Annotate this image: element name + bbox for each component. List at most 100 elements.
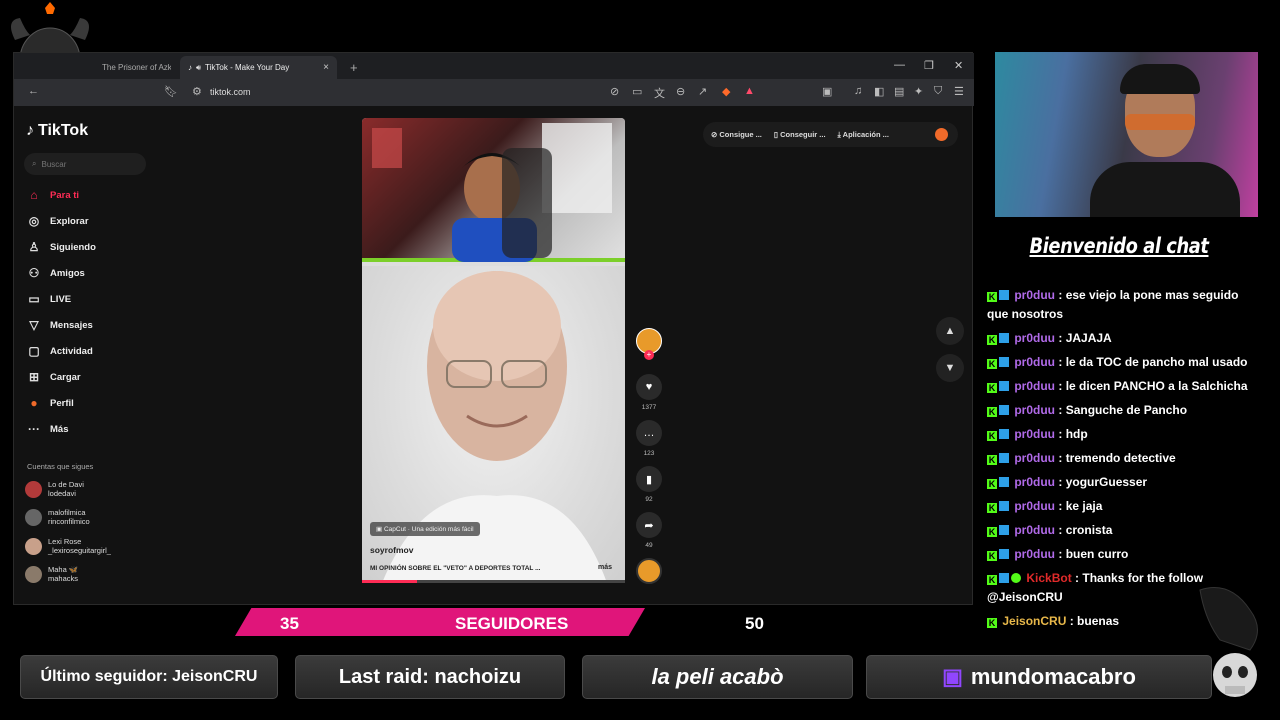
- save-button[interactable]: ▮ 92: [636, 466, 662, 503]
- share-button[interactable]: ➦ 49: [636, 512, 662, 549]
- video-author[interactable]: soyrofmov: [370, 545, 413, 555]
- nav-label: Más: [50, 423, 69, 435]
- reactor-figure-icon: [372, 123, 612, 262]
- close-window-icon[interactable]: ✕: [954, 59, 963, 72]
- tab-prisoner[interactable]: The Prisoner of Azka: [94, 56, 179, 79]
- chat-user: pr0duu: [1014, 288, 1056, 302]
- chat-message: K pr0duu : JAJAJA: [987, 329, 1257, 348]
- nav-amigos[interactable]: ⚇ Amigos: [26, 266, 85, 280]
- chat-user: pr0duu: [1014, 403, 1056, 417]
- following-account[interactable]: Lexi Rose _lexiroseguitargirl_: [25, 537, 111, 555]
- tiktok-logo[interactable]: ♪ TikTok: [26, 122, 88, 140]
- chat-user: pr0duu: [1014, 475, 1056, 489]
- translate-icon[interactable]: 文: [654, 85, 665, 101]
- menu-icon[interactable]: ☰: [954, 85, 964, 98]
- profile-avatar-icon[interactable]: [935, 128, 948, 141]
- channel-box: ▣ mundomacabro: [866, 655, 1212, 699]
- follow-plus-icon[interactable]: +: [644, 350, 654, 360]
- search-input[interactable]: [41, 159, 132, 169]
- screen-icon[interactable]: ▭: [632, 85, 642, 98]
- last-raid-box: Last raid: nachoizu: [295, 655, 565, 699]
- chat-message: K pr0duu : yogurGuesser: [987, 473, 1257, 492]
- send-icon: ▽: [29, 318, 39, 332]
- brave-shield-icon[interactable]: ◆: [722, 85, 730, 98]
- nav-mas[interactable]: ··· Más: [26, 422, 68, 436]
- restore-icon[interactable]: ❐: [924, 59, 934, 72]
- video-player[interactable]: ▣ CapCut · Una edición más fácil soyrofm…: [362, 118, 625, 583]
- chat-user: pr0duu: [1014, 355, 1056, 369]
- following-account[interactable]: Lo de Davi lodedavi: [25, 480, 84, 498]
- activity-icon: ▢: [28, 344, 40, 358]
- kick-badge-icon: K: [987, 527, 997, 537]
- get-app-pill[interactable]: ▯ Conseguir ...: [774, 130, 826, 139]
- chat-user: pr0duu: [1014, 379, 1056, 393]
- chat-message: K pr0duu : cronista: [987, 521, 1257, 540]
- capcut-badge[interactable]: ▣ CapCut · Una edición más fácil: [370, 522, 480, 536]
- like-button[interactable]: ♥ 1377: [636, 374, 662, 411]
- video-progress-bar[interactable]: [362, 580, 625, 583]
- nav-live[interactable]: ▭ LIVE: [26, 292, 71, 306]
- nav-cargar[interactable]: ⊞ Cargar: [26, 370, 81, 384]
- comment-button[interactable]: … 123: [636, 420, 662, 457]
- followers-label: SEGUIDORES: [455, 614, 569, 633]
- nav-label: Cargar: [50, 371, 81, 383]
- get-coins-pill[interactable]: ⊘ Consigue ...: [711, 130, 762, 139]
- music-disc-icon[interactable]: [636, 558, 662, 584]
- bookmark-icon[interactable]: 🔖︎: [164, 85, 178, 98]
- sidebar-icon[interactable]: ▣: [822, 85, 832, 98]
- next-video-button[interactable]: ▼: [936, 354, 964, 382]
- wallet-icon[interactable]: ▤: [894, 85, 904, 98]
- site-settings-icon[interactable]: ⚙︎: [192, 85, 202, 98]
- url-field[interactable]: tiktok.com: [210, 87, 251, 97]
- nav-perfil[interactable]: ● Perfil: [26, 396, 74, 410]
- nav-explorar[interactable]: ◎ Explorar: [26, 214, 89, 228]
- following-account[interactable]: Maha 🦋 mahacks: [25, 565, 78, 583]
- zoom-icon[interactable]: ⊖: [676, 85, 685, 98]
- minimize-icon[interactable]: —: [894, 59, 905, 71]
- chat-user: pr0duu: [1014, 427, 1056, 441]
- kick-badge-icon: K: [987, 551, 997, 561]
- chat-message: K pr0duu : Sanguche de Pancho: [987, 401, 1257, 420]
- kick-badge-icon: K: [987, 407, 997, 417]
- tab-tiktok[interactable]: ♪ 🔊︎ TikTok - Make Your Day ×: [180, 56, 337, 79]
- last-follower-text: Último seguidor: JeisonCRU: [40, 668, 258, 685]
- share-icon[interactable]: ↗: [698, 85, 707, 98]
- search-box[interactable]: ⌕: [24, 153, 146, 175]
- more-link[interactable]: más: [598, 564, 612, 571]
- nav-label: Perfil: [50, 397, 74, 409]
- following-account[interactable]: malofilmica rinconfilmico: [25, 508, 90, 526]
- music-icon[interactable]: ♫: [854, 85, 862, 97]
- account-handle: mahacks: [48, 574, 79, 583]
- reader-icon[interactable]: ⊘: [610, 85, 619, 98]
- bookmark-icon: ▮: [636, 466, 662, 492]
- previous-video-button[interactable]: ▲: [936, 317, 964, 345]
- nav-para-ti[interactable]: ⌂ Para ti: [26, 188, 79, 202]
- back-icon[interactable]: ←: [28, 85, 39, 97]
- close-tab-icon[interactable]: ×: [323, 62, 329, 73]
- user-follow-icon: ♙: [28, 240, 40, 254]
- chat-text: : yogurGuesser: [1058, 475, 1148, 489]
- panel-icon[interactable]: ◧: [874, 85, 884, 98]
- kick-badge-icon: K: [987, 479, 997, 489]
- chat-message: K pr0duu : buen curro: [987, 545, 1257, 564]
- share-count: 49: [645, 542, 653, 549]
- account-name: Maha 🦋: [48, 565, 79, 574]
- ai-icon[interactable]: ✦: [914, 85, 923, 98]
- chat-text: : tremendo detective: [1058, 451, 1176, 465]
- speaker-icon: 🔊︎: [196, 62, 202, 72]
- nav-mensajes[interactable]: ▽ Mensajes: [26, 318, 92, 332]
- chat-message: K pr0duu : ke jaja: [987, 497, 1257, 516]
- chat-text: @JeisonCRU: [987, 590, 1063, 604]
- account-name: malofilmica: [48, 508, 86, 517]
- sub-badge-icon: [999, 357, 1009, 367]
- rewards-icon[interactable]: ▲: [744, 85, 755, 97]
- sub-badge-icon: [999, 549, 1009, 559]
- nav-label: Amigos: [50, 267, 85, 279]
- chat-text: : JAJAJA: [1058, 331, 1112, 345]
- vpn-icon[interactable]: ⛉: [934, 85, 942, 98]
- share-arrow-icon: ➦: [636, 512, 662, 538]
- nav-actividad[interactable]: ▢ Actividad: [26, 344, 92, 358]
- desktop-app-pill[interactable]: ⤓ Aplicación ...: [838, 130, 889, 140]
- new-tab-button[interactable]: +: [342, 56, 362, 79]
- nav-siguiendo[interactable]: ♙ Siguiendo: [26, 240, 96, 254]
